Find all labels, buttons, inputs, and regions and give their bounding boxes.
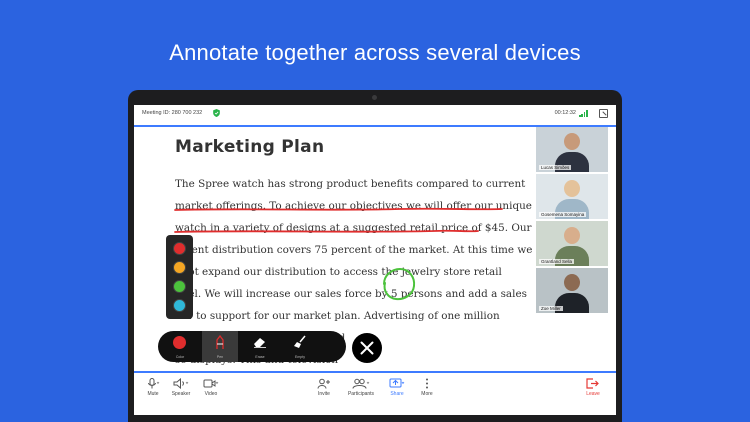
- pen-icon: [216, 335, 224, 349]
- green-swatch[interactable]: [173, 280, 186, 293]
- participant-video-tile[interactable]: Lucas Simões: [536, 127, 608, 172]
- annotation-toolbar: Color Pen Erase Empty: [158, 331, 346, 362]
- meeting-screen: Meeting ID: 280 700 232 00:12:32 Marketi…: [134, 105, 616, 415]
- participant-video-tile[interactable]: Gosemena Somayina: [536, 174, 608, 219]
- meeting-timer: 00:12:32: [554, 110, 576, 116]
- clear-tool-button[interactable]: Empty: [282, 331, 318, 362]
- fullscreen-icon[interactable]: [599, 109, 608, 118]
- share-screen-icon: [389, 378, 405, 388]
- red-underline-1: [174, 207, 503, 211]
- video-button[interactable]: Video: [194, 378, 228, 397]
- close-annotation-button[interactable]: [352, 333, 382, 363]
- green-circle: [383, 267, 416, 301]
- headline: Annotate together across several devices: [169, 40, 581, 65]
- participants-icon: [352, 378, 370, 389]
- color-tool-button[interactable]: Color: [162, 331, 198, 362]
- participant-name: Grantland Sella: [539, 259, 575, 264]
- participant-name: Lucas Simões: [539, 165, 572, 170]
- more-button[interactable]: More: [410, 378, 444, 397]
- meeting-top-bar: Meeting ID: 280 700 232 00:12:32: [134, 105, 616, 127]
- microphone-icon: [148, 378, 160, 389]
- participant-name: Zoe Miller: [539, 306, 563, 311]
- broom-icon: [294, 335, 306, 348]
- meeting-controls-bar: Mute Speaker Video Invite Participants S…: [134, 371, 616, 415]
- shield-icon: [213, 109, 220, 117]
- share-button[interactable]: Share: [380, 378, 414, 397]
- participant-video-tile[interactable]: Zoe Miller: [536, 268, 608, 313]
- add-person-icon: [317, 378, 330, 389]
- laptop-device: Meeting ID: 280 700 232 00:12:32 Marketi…: [128, 90, 622, 422]
- cyan-swatch[interactable]: [173, 299, 186, 312]
- close-icon: [360, 341, 374, 355]
- leave-icon: [586, 378, 599, 389]
- participant-name: Gosemena Somayina: [539, 212, 587, 217]
- signal-icon: [579, 110, 588, 117]
- video-camera-icon: [203, 379, 219, 388]
- orange-swatch[interactable]: [173, 261, 186, 274]
- eraser-tool-button[interactable]: Erase: [242, 331, 278, 362]
- camera-dot: [372, 95, 377, 100]
- meeting-id[interactable]: Meeting ID: 280 700 232: [142, 110, 202, 116]
- speaker-button[interactable]: Speaker: [164, 378, 198, 397]
- eraser-icon: [254, 338, 266, 348]
- participant-video-tile[interactable]: Grantland Sella: [536, 221, 608, 266]
- participant-video-panel: Lucas Simões Gosemena Somayina Grantland…: [536, 127, 608, 315]
- color-dot-icon: [173, 336, 186, 349]
- participants-button[interactable]: Participants: [344, 378, 378, 397]
- color-palette: [166, 235, 193, 319]
- red-swatch[interactable]: [173, 242, 186, 255]
- red-underline-2: [174, 229, 479, 233]
- leave-button[interactable]: Leave: [576, 378, 610, 397]
- speaker-icon: [173, 378, 189, 389]
- pen-tool-button[interactable]: Pen: [202, 331, 238, 362]
- invite-button[interactable]: Invite: [307, 378, 341, 397]
- more-dots-icon: [426, 378, 428, 389]
